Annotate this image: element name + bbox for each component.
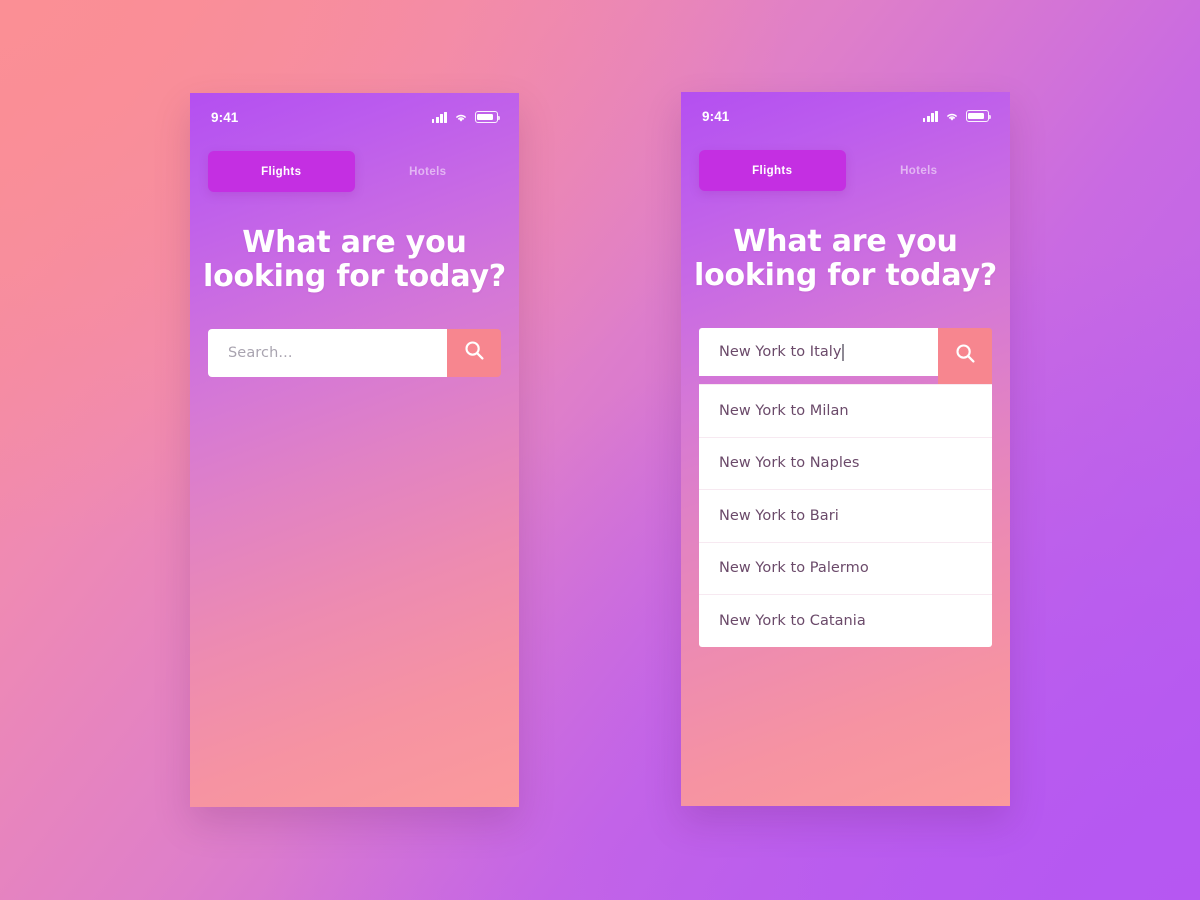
status-bar-clock: 9:41 <box>211 109 239 125</box>
list-item[interactable]: New York to Catania <box>699 594 992 647</box>
page-title: What are you looking for today? <box>190 225 519 295</box>
battery-icon <box>475 111 501 123</box>
battery-icon <box>966 110 992 122</box>
tab-flights[interactable]: Flights <box>208 151 355 192</box>
tab-hotels[interactable]: Hotels <box>846 150 993 191</box>
list-item[interactable]: New York to Naples <box>699 436 992 490</box>
phone-mockup-typing-state: 9:41 Flights Hotels What are you looking… <box>681 92 1010 806</box>
page-title-line-2: looking for today? <box>693 258 998 294</box>
search-input[interactable]: Search... <box>208 329 447 377</box>
list-item[interactable]: New York to Bari <box>699 489 992 542</box>
tab-hotels[interactable]: Hotels <box>355 151 502 192</box>
page-title: What are you looking for today? <box>681 224 1010 294</box>
phone-mockup-empty-state: 9:41 Flights Hotels What are you looking… <box>190 93 519 807</box>
search-row: Search... <box>208 329 501 377</box>
wifi-icon <box>945 111 959 122</box>
search-container: New York to Italy New York to Milan New … <box>699 328 992 647</box>
text-caret <box>842 343 844 361</box>
list-item[interactable]: New York to Milan <box>699 384 992 437</box>
signal-icon <box>431 111 447 123</box>
search-input-value: New York to Italy <box>719 344 842 360</box>
tab-bar: Flights Hotels <box>190 151 519 192</box>
search-container: Search... <box>208 329 501 377</box>
list-item[interactable]: New York to Palermo <box>699 541 992 595</box>
autocomplete-suggestions: New York to Milan New York to Naples New… <box>699 384 992 647</box>
wifi-icon <box>454 112 468 123</box>
status-bar: 9:41 <box>681 92 1010 140</box>
tab-flights[interactable]: Flights <box>699 150 846 191</box>
search-input[interactable]: New York to Italy <box>699 328 938 376</box>
search-icon <box>955 343 976 369</box>
search-row: New York to Italy <box>699 328 992 384</box>
status-bar: 9:41 <box>190 93 519 141</box>
page-title-line-1: What are you <box>242 225 467 260</box>
search-input-placeholder: Search... <box>228 345 293 361</box>
status-bar-clock: 9:41 <box>702 108 730 124</box>
page-title-line-1: What are you <box>733 224 958 259</box>
search-icon <box>464 340 485 366</box>
tab-bar: Flights Hotels <box>681 150 1010 191</box>
signal-icon <box>922 110 938 122</box>
status-bar-icons <box>431 111 501 123</box>
search-button[interactable] <box>938 328 992 384</box>
search-button[interactable] <box>447 329 501 377</box>
status-bar-icons <box>922 110 992 122</box>
page-title-line-2: looking for today? <box>202 259 507 295</box>
